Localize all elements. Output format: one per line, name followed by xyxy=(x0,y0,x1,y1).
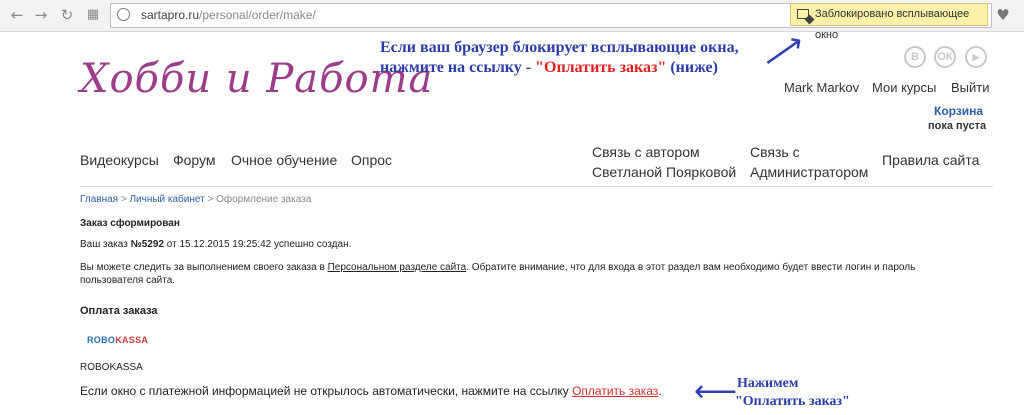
payment-heading: Оплата заказа xyxy=(80,305,158,317)
popup-blocked-indicator[interactable]: Заблокировано всплывающее окно xyxy=(790,3,988,41)
popup-blocked-icon xyxy=(797,9,809,19)
nav-contact-author[interactable]: Связь с автором Светланой Поярковой xyxy=(592,142,736,182)
cart-link[interactable]: Корзина xyxy=(934,104,983,118)
odnoklassniki-icon[interactable]: ОК xyxy=(934,46,956,68)
cart-status: пока пуста xyxy=(928,120,987,132)
robokassa-logo: ROBOKASSA xyxy=(87,335,149,345)
nav-site-rules[interactable]: Правила сайта xyxy=(882,150,979,170)
order-created-line: Ваш заказ №5292 от 15.12.2015 19:25:42 у… xyxy=(80,239,352,250)
breadcrumb-account[interactable]: Личный кабинет xyxy=(129,194,204,205)
annotation-popup-hint: Если ваш браузер блокирует всплывающие о… xyxy=(380,39,739,76)
page-info-icon[interactable] xyxy=(117,8,130,21)
order-number: №5292 xyxy=(130,239,164,250)
nav-offline-training[interactable]: Очное обучение xyxy=(231,150,337,170)
user-name-link[interactable]: Mark Markov xyxy=(784,80,859,95)
browser-toolbar: ← → ↻ ▦ sartapro.ru/personal/order/make/… xyxy=(0,0,1024,41)
breadcrumb-home[interactable]: Главная xyxy=(80,194,118,205)
url-text[interactable]: sartapro.ru/personal/order/make/ xyxy=(141,8,316,22)
annotation-click-pay: Нажимем "Оплатить заказ" xyxy=(735,376,850,409)
logout-link[interactable]: Выйти xyxy=(951,80,990,95)
breadcrumb-current: Оформление заказа xyxy=(216,194,312,205)
youtube-icon[interactable]: ▶ xyxy=(965,46,987,68)
nav-poll[interactable]: Опрос xyxy=(351,150,392,170)
payment-prompt: Если окно с платежной информацией не отк… xyxy=(80,384,662,398)
annotation-left-arrow-icon: ⟵ xyxy=(694,374,738,409)
order-tracking-note: Вы можете следить за выполнением своего … xyxy=(80,262,916,286)
my-courses-link[interactable]: Мои курсы xyxy=(872,80,936,95)
nav-video-courses[interactable]: Видеокурсы xyxy=(80,150,159,170)
personal-section-link[interactable]: Персональном разделе сайта xyxy=(328,262,467,273)
payment-method-name: ROBOKASSA xyxy=(80,362,143,373)
pay-order-link[interactable]: Оплатить заказ xyxy=(572,384,658,398)
nav-contact-admin[interactable]: Связь с Администратором xyxy=(750,142,868,182)
annotation-arrow-icon: ⟶ xyxy=(755,24,812,79)
reload-icon[interactable]: ↻ xyxy=(58,6,76,24)
forward-arrow-icon[interactable]: → xyxy=(32,6,50,24)
back-arrow-icon[interactable]: ← xyxy=(8,6,26,24)
breadcrumb: Главная > Личный кабинет > Оформление за… xyxy=(80,194,312,205)
apps-grid-icon[interactable]: ▦ xyxy=(84,6,102,24)
popup-blocked-label: Заблокировано всплывающее окно xyxy=(815,8,970,41)
bookmark-heart-icon[interactable]: ♥ xyxy=(994,6,1012,24)
nav-forum[interactable]: Форум xyxy=(173,150,216,170)
vk-icon[interactable]: В xyxy=(904,46,926,68)
main-navigation: Видеокурсы Форум Очное обучение Опрос Св… xyxy=(80,140,993,187)
order-heading: Заказ сформирован xyxy=(80,218,180,229)
